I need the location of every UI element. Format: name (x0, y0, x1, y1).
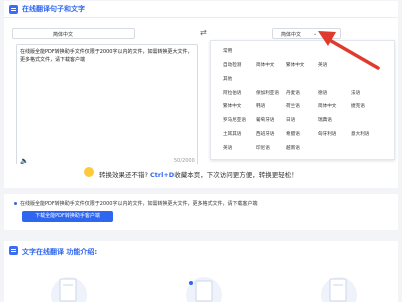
bullet-dot (14, 202, 17, 205)
features-section: 文字在线翻译 功能介绍: (4, 241, 398, 302)
document-icon (9, 246, 18, 255)
menu-section-other: 其他 (223, 77, 233, 82)
lang-option[interactable]: 西班牙语 (256, 131, 274, 137)
lang-option[interactable]: 越南语 (286, 145, 300, 151)
target-language-select[interactable]: 简体中文 ⌄ (272, 28, 341, 39)
document-illustration-icon (51, 277, 87, 302)
lang-option[interactable]: 意大利语 (351, 131, 369, 137)
lang-option[interactable]: 繁体中文 (223, 103, 241, 109)
lang-option[interactable]: 希腊语 (286, 131, 300, 137)
lang-option[interactable]: 丹麦语 (286, 90, 300, 96)
lang-option[interactable]: 简体中文 (256, 62, 274, 68)
lang-option[interactable]: 英语 (223, 145, 232, 151)
source-text-input[interactable]: 在线版全能PDF转换助手文件仅限于2000字以内的文件，如需转换更大文件，更多格… (16, 44, 198, 166)
source-language-select[interactable]: 简体中文 ⌄ (12, 28, 135, 39)
lang-option[interactable]: 保加利亚语 (256, 90, 279, 96)
lang-option[interactable]: 荷兰语 (286, 103, 300, 109)
lang-option[interactable]: 韩语 (256, 103, 265, 109)
lang-option[interactable]: 繁体中文 (286, 62, 304, 68)
lang-option[interactable]: 法语 (351, 90, 360, 96)
target-language-value: 简体中文 (281, 32, 302, 38)
page-header: 在线翻译句子和文字 (4, 1, 398, 18)
lang-option[interactable]: 土耳其语 (223, 131, 241, 137)
page-title: 在线翻译句子和文字 (22, 5, 85, 13)
lang-option[interactable]: 瑞典语 (318, 117, 332, 123)
lang-option[interactable]: 英语 (318, 62, 327, 68)
lang-option[interactable]: 德语 (318, 90, 327, 96)
lang-option[interactable]: 印尼语 (256, 145, 270, 151)
shortcut-key: Ctrl+D (150, 171, 175, 179)
lang-option[interactable]: 罗马尼亚语 (223, 117, 246, 123)
lang-option[interactable]: 阿拉伯语 (223, 90, 241, 96)
swap-languages-icon[interactable]: ⇄ (200, 28, 207, 37)
tip-text: 转换效果还不错? Ctrl+D收藏本页，下次访问更方便，转换更轻松！ (99, 171, 298, 179)
lang-option[interactable]: 捷克语 (351, 103, 365, 109)
document-illustration-icon (186, 277, 222, 302)
document-illustration-icon (321, 277, 357, 302)
language-dropdown: 常用 自动检测 简体中文 繁体中文 英语 其他 阿拉伯语 保加利亚语 丹麦语 德… (210, 40, 395, 160)
client-notice: 在线版全能PDF转换助手文件仅限于2000字以内的文件，如需转换更大文件，更多格… (4, 194, 398, 230)
download-client-button[interactable]: 下载全能PDF转换助手客户端 (22, 211, 113, 222)
lang-option[interactable]: 匈牙利语 (318, 131, 336, 137)
chevron-down-icon: ⌄ (53, 31, 58, 37)
lang-option[interactable]: 日语 (286, 117, 295, 123)
lang-option[interactable]: 葡萄牙语 (256, 117, 274, 123)
lang-option[interactable]: 简体中文 (318, 103, 336, 109)
lang-option[interactable]: 自动检测 (223, 62, 241, 68)
translate-icon (9, 5, 18, 14)
chevron-down-icon: ⌄ (313, 31, 318, 37)
features-title: 文字在线翻译 功能介绍: (22, 248, 98, 256)
menu-section-common: 常用 (223, 49, 233, 54)
smiley-icon (84, 167, 94, 177)
notice-text: 在线版全能PDF转换助手文件仅限于2000字以内的文件，如需转换更大文件，更多格… (20, 201, 258, 207)
bookmark-tip: 转换效果还不错? Ctrl+D收藏本页，下次访问更方便，转换更轻松！ (4, 164, 398, 188)
